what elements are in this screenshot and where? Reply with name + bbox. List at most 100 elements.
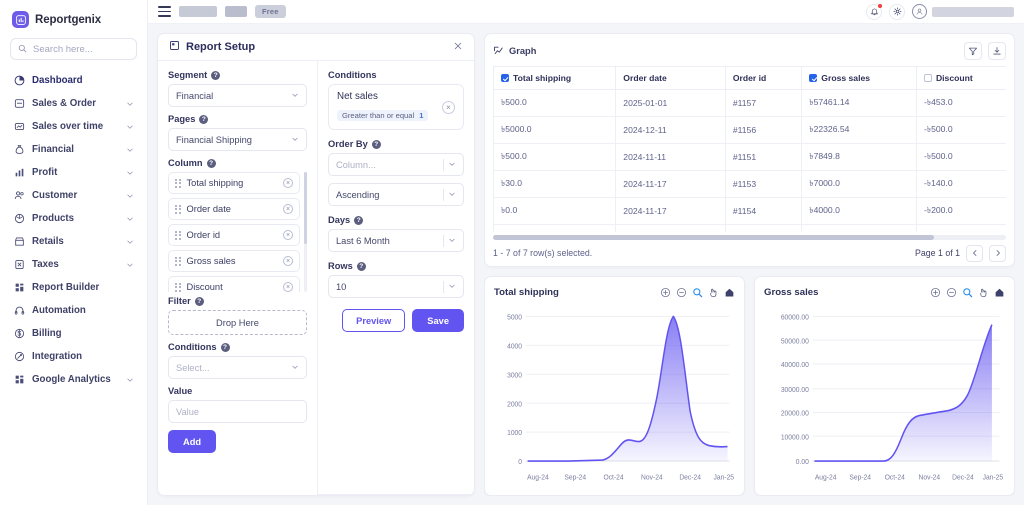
sidebar-item-sales-and-order[interactable]: Sales & Order: [8, 92, 139, 115]
close-icon[interactable]: [453, 41, 463, 53]
remove-column-icon[interactable]: ×: [283, 282, 293, 292]
column-header-gross-sales[interactable]: Gross sales: [801, 66, 917, 90]
hamburger-icon[interactable]: [158, 6, 171, 17]
remove-column-icon[interactable]: ×: [283, 256, 293, 266]
table-row[interactable]: ৳5000.0 2024-12-11 #1156 ৳22326.54 -৳500.0…: [493, 116, 1006, 144]
filter-conditions-select[interactable]: Select...: [168, 356, 307, 379]
segment-select[interactable]: Financial: [168, 84, 307, 107]
list-item[interactable]: Order id ×: [168, 224, 300, 246]
order-by-column-placeholder: Column...: [336, 159, 376, 170]
search-input[interactable]: [33, 43, 129, 55]
sidebar-item-taxes[interactable]: Taxes: [8, 253, 139, 276]
rows-select[interactable]: 10: [328, 275, 464, 298]
order-by-column-select[interactable]: Column...: [328, 153, 464, 176]
sidebar-nav: Dashboard Sales & Order Sales over time …: [0, 69, 147, 391]
home-reset-icon[interactable]: [724, 287, 735, 298]
zoom-out-icon[interactable]: [676, 287, 687, 298]
user-menu[interactable]: [912, 4, 1014, 19]
sidebar-item-billing[interactable]: Billing: [8, 322, 139, 345]
pan-icon[interactable]: [978, 287, 989, 298]
chevron-left-icon[interactable]: [966, 244, 983, 262]
zoom-in-icon[interactable]: [660, 287, 671, 298]
help-icon[interactable]: ?: [354, 215, 364, 225]
column-checkbox[interactable]: [923, 74, 932, 82]
column-list-scrollbar[interactable]: [304, 172, 307, 292]
sidebar-item-report-builder[interactable]: Report Builder: [8, 276, 139, 299]
drag-handle-icon[interactable]: [175, 178, 181, 188]
search-box[interactable]: [10, 38, 137, 60]
order-by-direction-select[interactable]: Ascending: [328, 183, 464, 206]
remove-column-icon[interactable]: ×: [283, 178, 293, 188]
help-icon[interactable]: ?: [194, 296, 204, 306]
column-header-total-shipping[interactable]: Total shipping: [493, 66, 617, 90]
chart-plot-gross-sales[interactable]: 60000.00 50000.00 40000.00 30000.00 2000…: [764, 304, 1005, 490]
sidebar-item-retails[interactable]: Retails: [8, 230, 139, 253]
graph-button[interactable]: Graph: [493, 45, 536, 58]
sidebar-item-customer[interactable]: Customer: [8, 184, 139, 207]
filter-drop-zone[interactable]: Drop Here: [168, 310, 307, 335]
sidebar-item-profit[interactable]: Profit: [8, 161, 139, 184]
condition-chip[interactable]: Net sales Greater than or equal 1 ×: [328, 84, 464, 130]
column-checkbox[interactable]: [501, 74, 509, 82]
help-icon[interactable]: ?: [356, 261, 366, 271]
column-header-order-date[interactable]: Order date: [615, 66, 726, 90]
chart-plot-total-shipping[interactable]: 5000 4000 3000 2000 1000 0 Aug-24 Sep-24…: [494, 304, 735, 490]
drag-handle-icon[interactable]: [175, 204, 181, 214]
charts-row: Total shipping 5000 4000 3000 2000 1000 …: [484, 276, 1015, 496]
pan-icon[interactable]: [708, 287, 719, 298]
sidebar-item-google-analytics[interactable]: Google Analytics: [8, 368, 139, 391]
table-row[interactable]: ৳30.02024-11-12 #1152৳219.95 -৳10.0-৳0.0…: [493, 224, 1006, 232]
cell: ৳0.0: [493, 197, 617, 225]
selection-zoom-icon[interactable]: [692, 287, 703, 298]
help-icon[interactable]: ?: [220, 342, 230, 352]
zoom-out-icon[interactable]: [946, 287, 957, 298]
column-list-scroll-thumb[interactable]: [304, 172, 307, 244]
table-row[interactable]: ৳500.02025-01-01 #1157৳57461.14 -৳453.0-…: [493, 89, 1006, 117]
table-row[interactable]: ৳30.02024-11-17 #1153৳7000.0 -৳140.0-৳0.…: [493, 170, 1006, 198]
pages-select[interactable]: Financial Shipping: [168, 128, 307, 151]
column-list[interactable]: Total shipping × Order date × Order id ×…: [168, 172, 307, 292]
days-select[interactable]: Last 6 Month: [328, 229, 464, 252]
settings-button[interactable]: [889, 3, 905, 20]
filter-icon[interactable]: [964, 42, 982, 60]
remove-column-icon[interactable]: ×: [283, 230, 293, 240]
download-icon[interactable]: [988, 42, 1006, 60]
sidebar-item-sales-over-time[interactable]: Sales over time: [8, 115, 139, 138]
remove-column-icon[interactable]: ×: [283, 204, 293, 214]
sidebar-item-automation[interactable]: Automation: [8, 299, 139, 322]
column-header-discount[interactable]: Discount: [915, 66, 1006, 90]
sidebar-item-integration[interactable]: Integration: [8, 345, 139, 368]
table-row[interactable]: ৳500.02024-11-11 #1151৳7849.8 -৳500.0-৳1…: [493, 143, 1006, 171]
drag-handle-icon[interactable]: [175, 230, 181, 240]
preview-button[interactable]: Preview: [342, 309, 406, 332]
table-scroll-container[interactable]: Total shipping Order date Order id Gross…: [493, 66, 1006, 232]
list-item[interactable]: Gross sales ×: [168, 250, 300, 272]
help-icon[interactable]: ?: [211, 70, 221, 80]
value-input[interactable]: Value: [168, 400, 307, 423]
chevron-right-icon[interactable]: [989, 244, 1006, 262]
drag-handle-icon[interactable]: [175, 282, 181, 292]
table-horizontal-scrollbar[interactable]: [493, 235, 1006, 240]
list-item[interactable]: Discount ×: [168, 276, 300, 292]
table-scroll-thumb[interactable]: [493, 235, 935, 240]
home-reset-icon[interactable]: [994, 287, 1005, 298]
help-icon[interactable]: ?: [199, 114, 209, 124]
selection-zoom-icon[interactable]: [962, 287, 973, 298]
help-icon[interactable]: ?: [371, 139, 381, 149]
drag-handle-icon[interactable]: [175, 256, 181, 266]
list-item[interactable]: Total shipping ×: [168, 172, 300, 194]
table-row[interactable]: ৳0.02024-11-17 #1154৳4000.0 -৳200.0-৳0.0…: [493, 197, 1006, 225]
notification-button[interactable]: [866, 3, 882, 20]
sidebar-item-dashboard[interactable]: Dashboard: [8, 69, 139, 92]
chart-square-icon: [12, 11, 29, 28]
save-button[interactable]: Save: [412, 309, 464, 332]
column-header-order-id[interactable]: Order id: [724, 66, 803, 90]
add-button[interactable]: Add: [168, 430, 217, 453]
help-icon[interactable]: ?: [206, 158, 216, 168]
list-item[interactable]: Order date ×: [168, 198, 300, 220]
sidebar-item-products[interactable]: Products: [8, 207, 139, 230]
remove-condition-icon[interactable]: ×: [442, 100, 455, 114]
zoom-in-icon[interactable]: [930, 287, 941, 298]
column-checkbox[interactable]: [809, 74, 818, 82]
sidebar-item-financial[interactable]: Financial: [8, 138, 139, 161]
